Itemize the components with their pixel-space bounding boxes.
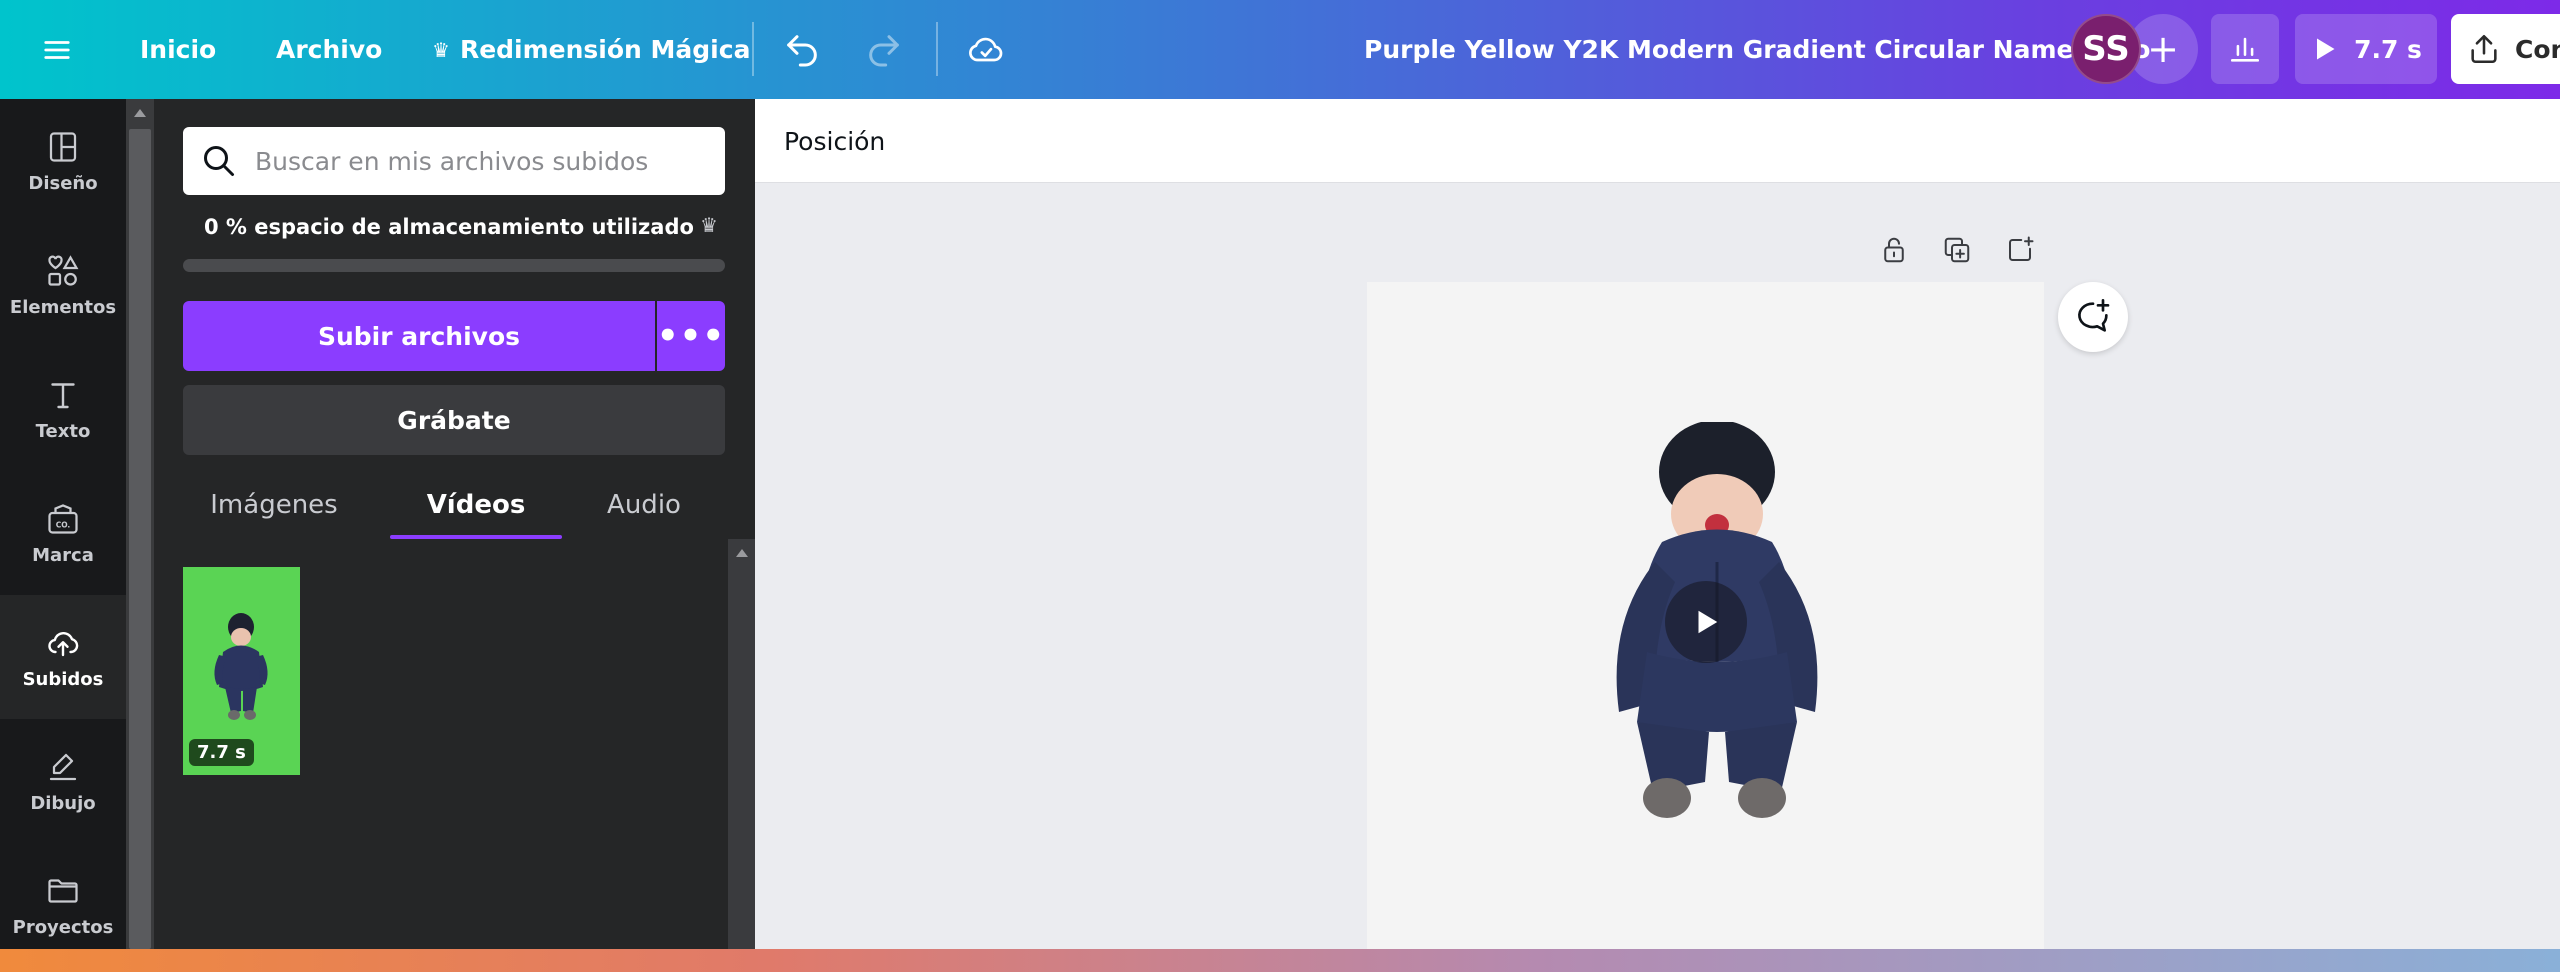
- storage-usage-text: 0 % espacio de almacenamiento utilizado: [204, 215, 694, 239]
- video-duration-badge: 7.7 s: [189, 739, 254, 766]
- left-rail: Diseño Elementos Texto CO. Marca Subidos…: [0, 99, 126, 949]
- comment-add-icon: [2078, 299, 2110, 332]
- folder-icon: [48, 878, 78, 903]
- tab-videos[interactable]: Vídeos: [390, 475, 562, 535]
- rail-label: Elementos: [9, 296, 117, 318]
- rail-label: Texto: [35, 420, 91, 442]
- play-icon: [2317, 38, 2335, 60]
- add-comment-button[interactable]: [2058, 282, 2128, 352]
- present-duration: 7.7 s: [2354, 34, 2422, 64]
- crown-icon[interactable]: ♛: [700, 213, 718, 237]
- upload-cloud-icon: [48, 631, 79, 656]
- rail-label: Marca: [32, 544, 94, 566]
- search-input[interactable]: [255, 146, 715, 176]
- duplicate-page-icon[interactable]: [1935, 228, 1979, 272]
- storage-progress-bar: [183, 259, 725, 272]
- magic-resize-label: Redimensión Mágica: [459, 35, 751, 64]
- menu-archivo[interactable]: Archivo: [276, 0, 382, 99]
- rail-label: Proyectos: [12, 916, 114, 938]
- position-button[interactable]: Posición: [784, 99, 885, 183]
- divider: [752, 22, 754, 76]
- avatar[interactable]: SS: [2071, 14, 2141, 84]
- divider: [936, 22, 938, 76]
- cloud-saved-icon[interactable]: [966, 0, 1006, 99]
- search-box[interactable]: [183, 127, 725, 195]
- rail-item-marca[interactable]: CO. Marca: [0, 471, 126, 595]
- context-toolbar: Posición: [755, 99, 2560, 183]
- rail-scrollbar[interactable]: [126, 99, 154, 949]
- draw-icon: [49, 753, 77, 780]
- rail-label: Dibujo: [30, 792, 96, 814]
- rail-item-elementos[interactable]: Elementos: [0, 223, 126, 347]
- scrollbar-thumb[interactable]: [129, 129, 151, 949]
- upload-files-button[interactable]: Subir archivos: [183, 301, 655, 371]
- panel-scrollbar[interactable]: [728, 539, 755, 949]
- rail-item-dibujo[interactable]: Dibujo: [0, 719, 126, 843]
- menu-inicio[interactable]: Inicio: [140, 0, 216, 99]
- add-page-icon[interactable]: [1998, 228, 2042, 272]
- share-label: Con: [2515, 34, 2560, 64]
- uploads-panel: 0 % espacio de almacenamiento utilizado …: [154, 99, 755, 949]
- redo-icon[interactable]: [864, 0, 904, 99]
- menu-icon[interactable]: [42, 0, 82, 99]
- scroll-up-icon[interactable]: [736, 549, 748, 557]
- brand-icon: CO.: [48, 503, 78, 534]
- present-button[interactable]: 7.7 s: [2295, 14, 2437, 84]
- svg-text:CO.: CO.: [56, 520, 71, 529]
- tab-audio[interactable]: Audio: [584, 475, 704, 535]
- rail-item-subidos[interactable]: Subidos: [0, 595, 126, 719]
- magic-resize-button[interactable]: ♛ Redimensión Mágica: [432, 0, 750, 99]
- undo-icon[interactable]: [782, 0, 822, 99]
- crown-icon: ♛: [432, 37, 450, 62]
- document-title[interactable]: Purple Yellow Y2K Modern Gradient Circul…: [1364, 0, 2150, 99]
- shapes-icon: [48, 254, 79, 286]
- search-icon: [204, 146, 234, 176]
- share-icon: [2471, 34, 2497, 64]
- bar-chart-icon: [2230, 37, 2260, 62]
- text-icon: [51, 382, 75, 408]
- rail-label: Subidos: [22, 668, 104, 690]
- play-video-button[interactable]: [1665, 581, 1747, 663]
- scroll-up-icon[interactable]: [134, 109, 146, 117]
- top-bar: Inicio Archivo ♛ Redimensión Mágica Purp…: [0, 0, 2560, 99]
- video-thumbnail[interactable]: 7.7 s: [183, 567, 300, 775]
- more-options-button[interactable]: •••: [657, 301, 725, 371]
- play-icon: [1698, 610, 1718, 634]
- insights-button[interactable]: [2211, 14, 2279, 84]
- rail-label: Diseño: [28, 172, 98, 194]
- layout-icon: [49, 131, 77, 162]
- baby-video-preview: [214, 613, 268, 720]
- rail-item-diseno[interactable]: Diseño: [0, 99, 126, 223]
- share-button[interactable]: Con: [2451, 14, 2560, 84]
- lock-icon[interactable]: [1872, 228, 1916, 272]
- record-yourself-button[interactable]: Grábate: [183, 385, 725, 455]
- bottom-gradient-strip: [0, 949, 2560, 972]
- active-tab-indicator: [390, 535, 562, 539]
- tab-imagenes[interactable]: Imágenes: [194, 475, 354, 535]
- rail-item-texto[interactable]: Texto: [0, 347, 126, 471]
